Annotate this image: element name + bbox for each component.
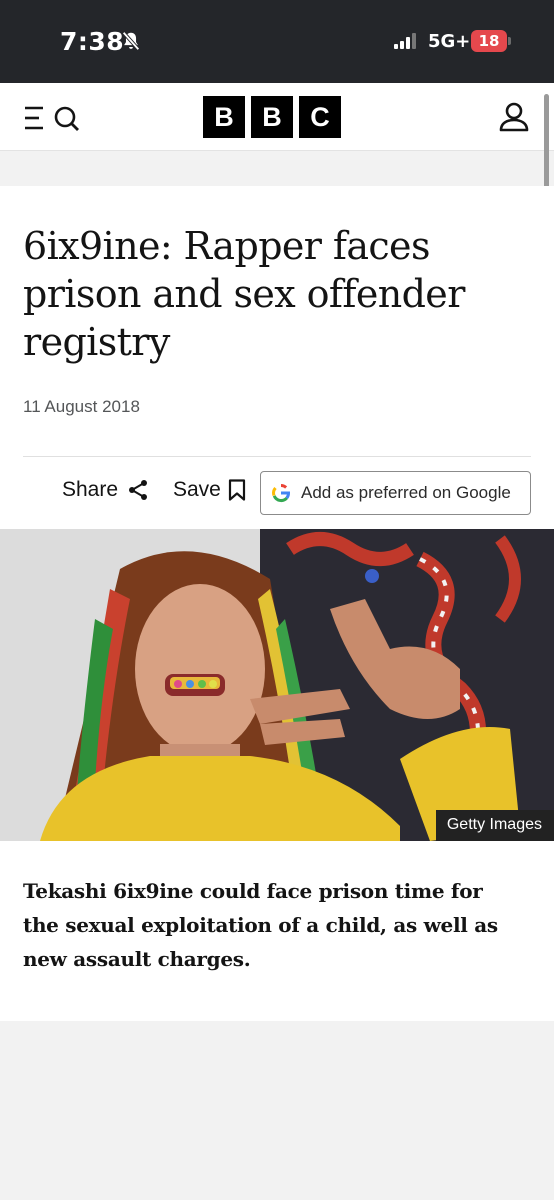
save-button[interactable]: Save <box>173 478 246 502</box>
article-date: 11 August 2018 <box>23 397 140 416</box>
photo-illustration <box>0 529 554 841</box>
logo-letter: C <box>299 96 341 138</box>
divider <box>23 456 531 457</box>
user-icon[interactable] <box>498 101 530 133</box>
share-button[interactable]: Share <box>62 478 149 502</box>
save-label: Save <box>173 478 221 501</box>
google-g-icon <box>272 484 290 503</box>
bell-slash-icon <box>122 31 140 51</box>
google-button-label: Add as preferred on Google <box>301 483 511 502</box>
network-label: 5G+ <box>428 31 471 52</box>
article-summary: Tekashi 6ix9ine could face prison time f… <box>23 879 498 971</box>
bbc-logo[interactable]: B B C <box>203 96 341 138</box>
status-time: 7:38 <box>60 27 125 56</box>
logo-letter: B <box>203 96 245 138</box>
add-preferred-google-button[interactable]: Add as preferred on Google <box>260 471 531 515</box>
article-headline: 6ix9ine: Rapper faces prison and sex off… <box>23 224 465 364</box>
article-image: Getty Images <box>0 529 554 841</box>
signal-icon <box>394 33 416 49</box>
share-icon <box>129 480 148 500</box>
status-bar: 7:38 5G+ 18 <box>0 0 554 83</box>
battery-cap <box>508 37 511 45</box>
site-header: B B C <box>0 83 554 151</box>
article: 6ix9ine: Rapper faces prison and sex off… <box>0 186 554 1021</box>
menu-search-icon[interactable] <box>22 103 82 133</box>
bookmark-icon <box>228 479 245 501</box>
image-credit: Getty Images <box>435 810 554 841</box>
logo-letter: B <box>251 96 293 138</box>
battery-indicator: 18 <box>471 30 507 52</box>
share-label: Share <box>62 478 119 501</box>
